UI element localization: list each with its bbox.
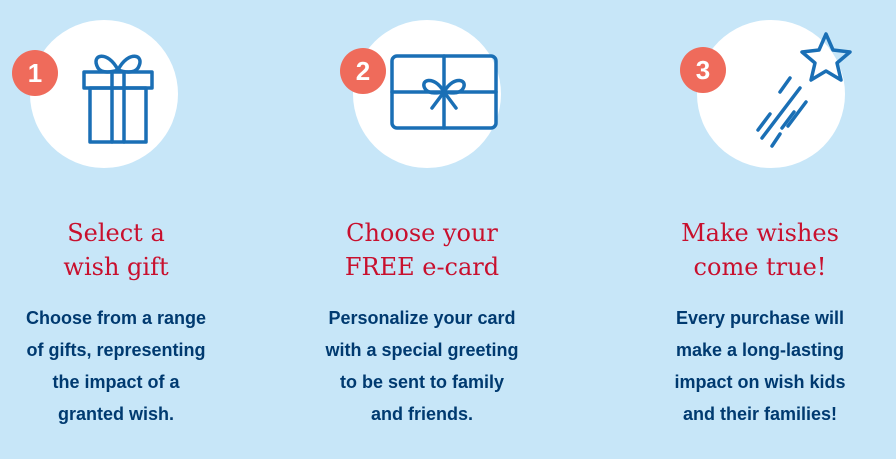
gift-box-icon <box>78 40 158 155</box>
step-3-number-badge: 3 <box>680 47 726 93</box>
gift-card-icon <box>388 52 500 137</box>
step-2-title: Choose your FREE e-card <box>344 219 500 281</box>
step-1-description: Choose from a range of gifts, representi… <box>25 308 207 424</box>
shooting-star-icon <box>740 30 860 165</box>
step-2-description: Personalize your card with a special gre… <box>325 308 519 424</box>
step-3-description: Every purchase will make a long-lasting … <box>674 308 846 424</box>
step-2-number-badge: 2 <box>340 48 386 94</box>
step-3-title: Make wishes come true! <box>681 219 839 281</box>
step-1-number-badge: 1 <box>12 50 58 96</box>
step-1-title: Select a wish gift <box>63 219 169 281</box>
